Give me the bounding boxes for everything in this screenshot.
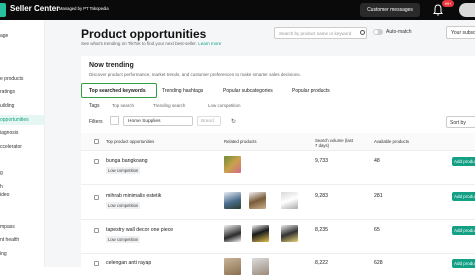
brand-select[interactable]: Brand: [197, 116, 221, 126]
automatch-label: Auto-match: [386, 29, 412, 35]
sidebar-item-homepage[interactable]: age: [0, 31, 45, 41]
row-checkbox[interactable]: [94, 261, 99, 266]
subscription-button[interactable]: Your subsc: [446, 26, 475, 39]
product-name[interactable]: tapestry wall decor one piece: [106, 227, 173, 233]
column-header-related: Related products: [224, 139, 257, 144]
search-volume: 9,733: [315, 158, 328, 164]
select-all-checkbox[interactable]: [94, 139, 99, 144]
row-divider: [81, 184, 475, 185]
row-checkbox[interactable]: [94, 195, 99, 200]
column-header-available[interactable]: Available products: [374, 139, 409, 144]
related-product-image[interactable]: [281, 192, 298, 209]
related-product-image[interactable]: [249, 192, 266, 209]
sidebar-item-products[interactable]: e products: [0, 74, 45, 84]
row-divider: [81, 150, 475, 151]
avatar[interactable]: [459, 3, 475, 17]
tiktok-logo-icon: [0, 3, 6, 17]
tags-label: Tags: [89, 103, 100, 109]
row-divider: [81, 219, 475, 220]
status-badge: Low competition: [106, 236, 141, 243]
available-products: 48: [374, 158, 380, 164]
tab-popular-products[interactable]: Popular products: [292, 88, 330, 94]
status-badge: Low competition: [106, 167, 141, 174]
automatch-toggle[interactable]: [373, 29, 383, 35]
sidebar-item-building[interactable]: uilding: [0, 101, 45, 111]
sidebar: age e products ratings uilding opportuni…: [0, 20, 45, 267]
add-product-button[interactable]: Add produc: [452, 192, 475, 201]
sidebar-item-diagnosis[interactable]: iagnosis: [0, 128, 45, 138]
brand-subtitle: Managed by PT Tokopedia: [59, 6, 109, 11]
page-subtitle-text: See what's trending on TikTok to find yo…: [81, 41, 197, 46]
sidebar-item-ing[interactable]: ing: [0, 249, 45, 259]
page-title: Product opportunities: [81, 27, 207, 41]
status-badge: Low competition: [106, 202, 141, 209]
page-subtitle: See what's trending on TikTok to find yo…: [81, 41, 221, 46]
sidebar-item-g[interactable]: g: [0, 168, 45, 178]
trending-title: Now trending: [89, 62, 134, 69]
filter-icon[interactable]: [110, 116, 119, 125]
tag-trending-search[interactable]: Trending search: [153, 103, 185, 108]
related-product-image[interactable]: [281, 225, 298, 242]
available-products: 281: [374, 193, 383, 199]
search-volume: 9,283: [315, 193, 328, 199]
brand-title: Seller Center: [10, 4, 60, 13]
tab-popular-subcategories[interactable]: Popular subcategories: [223, 88, 273, 94]
notification-badge: 99+: [442, 0, 454, 7]
learn-more-link[interactable]: Learn more: [198, 41, 221, 46]
tab-trending-hashtags[interactable]: Trending hashtags: [162, 88, 203, 94]
refresh-icon[interactable]: ↻: [231, 118, 236, 125]
search-input[interactable]: Search by product name or keyword: [274, 27, 367, 39]
related-product-image[interactable]: [252, 225, 269, 242]
tab-top-searched-keywords[interactable]: Top searched keywords: [89, 88, 146, 94]
row-checkbox[interactable]: [94, 159, 99, 164]
add-product-button[interactable]: Add produc: [452, 157, 475, 166]
product-name[interactable]: bunga bangkoang: [106, 158, 148, 164]
filters-label: Filters: [89, 119, 103, 125]
related-product-image[interactable]: [224, 225, 241, 242]
column-header-opportunities: Top product opportunities: [106, 139, 155, 144]
tag-low-competition[interactable]: Low competition: [208, 103, 241, 108]
product-name[interactable]: mihrab minimalis estetik: [106, 193, 161, 199]
sidebar-item-accelerator[interactable]: ccelerator: [0, 142, 45, 152]
available-products: 65: [374, 227, 380, 233]
related-product-image[interactable]: [224, 156, 241, 173]
sidebar-item-ratings[interactable]: ratings: [0, 87, 45, 97]
column-header-search-volume[interactable]: Search volume (last 7 days): [315, 138, 355, 148]
category-select[interactable]: Home Supplies: [123, 116, 193, 126]
related-product-image[interactable]: [224, 192, 241, 209]
search-volume: 8,235: [315, 227, 328, 233]
sidebar-item-account-health[interactable]: nt health: [0, 235, 45, 245]
sort-by-button[interactable]: Sort by: [446, 116, 475, 128]
row-checkbox[interactable]: [94, 228, 99, 233]
product-name[interactable]: celengan anti rayap: [106, 260, 151, 266]
add-product-button[interactable]: Add produc: [452, 226, 475, 235]
trending-subtitle: Discover product performance, market tre…: [89, 72, 301, 77]
available-products: 628: [374, 260, 383, 266]
top-bar: Seller Center Managed by PT Tokopedia Cu…: [0, 0, 475, 20]
sidebar-item-opportunities[interactable]: opportunities: [0, 115, 45, 125]
row-divider: [81, 253, 475, 254]
tag-top-search[interactable]: Top search: [112, 103, 134, 108]
customer-messages-button[interactable]: Customer messages: [360, 3, 420, 17]
sidebar-item-compass[interactable]: mpass: [0, 222, 45, 232]
search-volume: 8,222: [315, 260, 328, 266]
search-icon[interactable]: [360, 30, 365, 35]
sidebar-item-video[interactable]: ideo: [0, 190, 45, 200]
